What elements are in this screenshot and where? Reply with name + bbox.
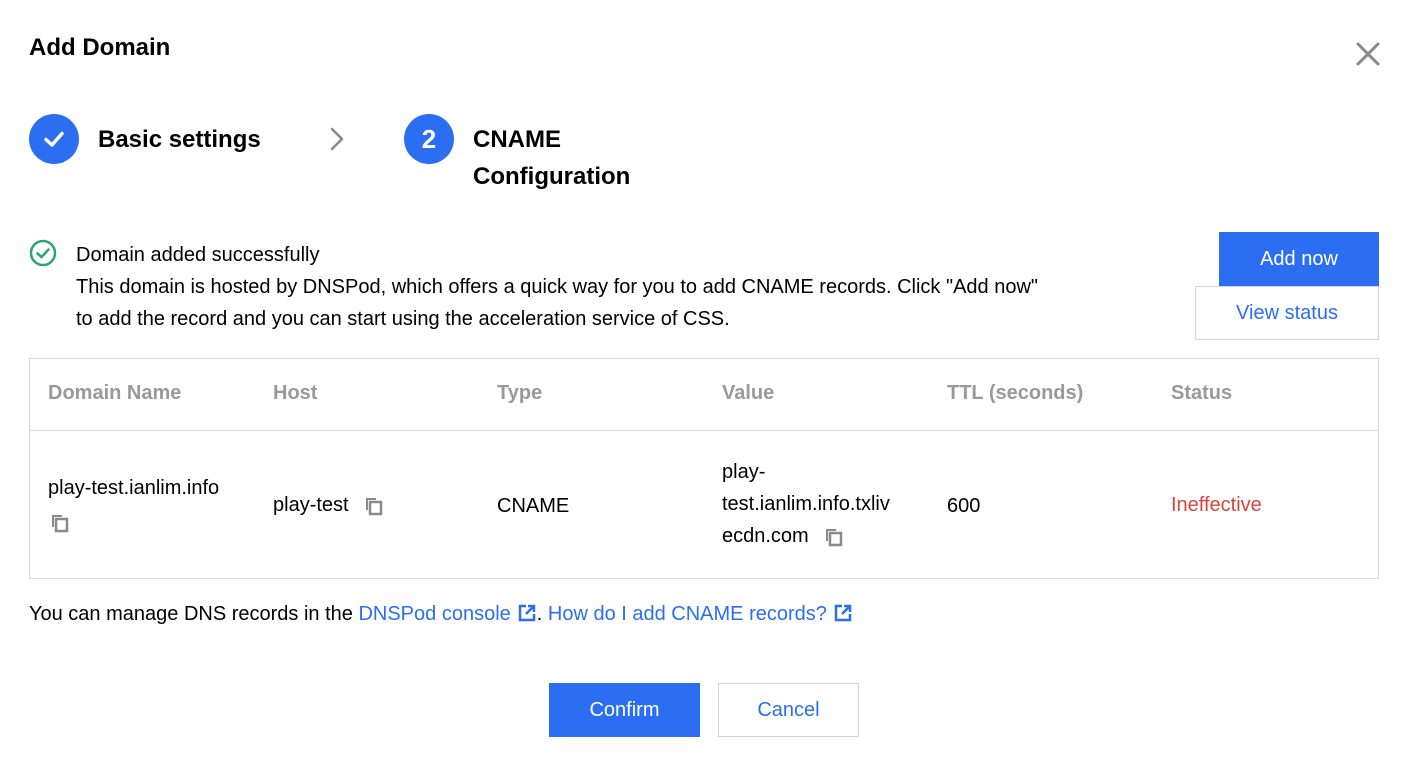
value-line2: test.ianlim.info.txliv [722, 493, 890, 515]
step-2-label: CNAME Configuration [473, 121, 630, 195]
cname-help-link[interactable]: How do I add CNAME records? [548, 603, 853, 625]
value-copy-icon[interactable] [822, 525, 844, 547]
domain-name-value: play-test.ianlim.info [48, 477, 220, 499]
confirm-button[interactable]: Confirm [549, 683, 700, 737]
add-now-button[interactable]: Add now [1219, 232, 1379, 286]
host-value: play-test [273, 494, 349, 516]
notice-title: Domain added successfully [76, 244, 320, 266]
chevron-right-icon [326, 124, 348, 154]
footer-prefix: You can manage DNS records in the [29, 603, 359, 625]
notice-line2: to add the record and you can start usin… [76, 308, 730, 330]
value-line3: ecdn.com [722, 525, 809, 547]
dnspod-console-link[interactable]: DNSPod console [358, 603, 536, 625]
external-link-icon [518, 604, 536, 622]
column-domain-name: Domain Name [48, 382, 182, 404]
column-value: Value [722, 382, 775, 404]
notice-line1: This domain is hosted by DNSPod, which o… [76, 276, 1039, 298]
column-status: Status [1171, 382, 1233, 404]
value-cell: play- test.ianlim.info.txliv ecdn.com [722, 456, 890, 552]
step-1-check-icon [29, 114, 79, 164]
column-ttl: TTL (seconds) [947, 382, 1084, 404]
status-badge: Ineffective [1171, 494, 1262, 516]
value-line1: play- [722, 461, 766, 483]
footer-separator: . [536, 603, 548, 625]
step-2-label-line2: Configuration [473, 163, 631, 190]
host-cell: play-test [273, 489, 384, 521]
cname-records-table: Domain Name Host Type Value TTL (seconds… [29, 358, 1379, 579]
column-type: Type [497, 382, 543, 404]
view-status-button[interactable]: View status [1195, 286, 1379, 340]
step-2-label-line1: CNAME [473, 126, 561, 153]
step-1-label: Basic settings [98, 126, 261, 153]
type-cell: CNAME [497, 495, 570, 517]
dns-help-text: You can manage DNS records in the DNSPod… [29, 598, 853, 630]
check-circle-icon [29, 239, 57, 267]
column-host: Host [273, 382, 318, 404]
close-icon[interactable] [1352, 38, 1384, 70]
ttl-cell: 600 [947, 495, 981, 517]
table-header: Domain Name Host Type Value TTL (seconds… [30, 359, 1378, 431]
host-copy-icon[interactable] [362, 494, 384, 516]
external-link-icon [834, 604, 852, 622]
domain-name-cell: play-test.ianlim.info [48, 472, 219, 538]
domain-copy-icon[interactable] [48, 506, 219, 538]
dialog-title: Add Domain [29, 34, 171, 61]
step-2-number: 2 [404, 114, 454, 164]
notice-message: Domain added successfully This domain is… [76, 239, 1156, 335]
cancel-button[interactable]: Cancel [718, 683, 859, 737]
